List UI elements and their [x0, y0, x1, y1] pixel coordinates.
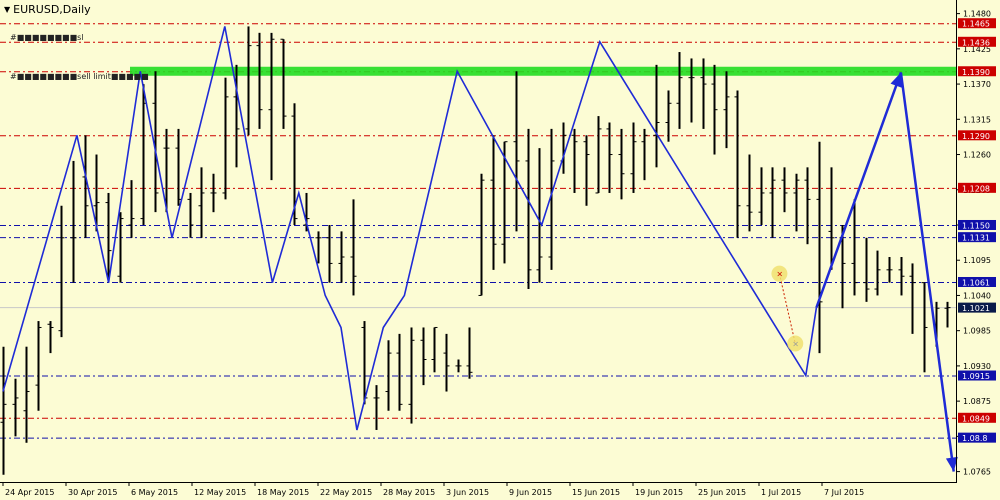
chart-window[interactable]: ×× 1.14801.14251.13701.13151.12601.12051…	[0, 0, 1000, 500]
symbol-timeframe-label: EURUSD,Daily	[13, 3, 91, 16]
price-tick-label: 1.1480	[963, 10, 991, 19]
time-tick-label: 18 May 2015	[257, 488, 309, 497]
price-tick-label: 1.1260	[963, 151, 991, 160]
chart-title: ▼ EURUSD,Daily	[4, 3, 91, 16]
time-tick-label: 3 Jun 2015	[446, 488, 489, 497]
time-tick-label: 25 Jun 2015	[698, 488, 746, 497]
level-label-1.0915: 1.0915	[962, 372, 990, 381]
trade-mark-icon: ×	[776, 270, 783, 279]
price-tick-label: 1.1095	[963, 256, 991, 265]
level-label-1.1131: 1.1131	[962, 234, 990, 243]
triangle-down-icon[interactable]: ▼	[4, 5, 10, 14]
price-chart[interactable]: ×× 1.14801.14251.13701.13151.12601.12051…	[0, 0, 1000, 500]
price-tick-label: 1.1040	[963, 291, 991, 300]
level-label-1.1208: 1.1208	[962, 184, 990, 193]
time-tick-label: 15 Jun 2015	[572, 488, 620, 497]
level-label-1.1021: 1.1021	[962, 304, 990, 313]
level-label-1.1465: 1.1465	[962, 20, 990, 29]
price-tick-label: 1.0765	[963, 468, 991, 477]
time-tick-label: 6 May 2015	[131, 488, 178, 497]
time-tick-label: 19 Jun 2015	[635, 488, 683, 497]
price-tick-label: 1.0875	[963, 397, 991, 406]
sell-limit-zone[interactable]	[130, 66, 956, 76]
time-tick-label: 12 May 2015	[194, 488, 246, 497]
level-label-1.1290: 1.1290	[962, 132, 990, 141]
time-tick-label: 28 May 2015	[383, 488, 435, 497]
level-label-1.0849: 1.0849	[962, 414, 990, 423]
level-label-1.1436: 1.1436	[962, 38, 990, 47]
order-label-sell-limit: #■■■■■■■■sell limit■■■■■	[10, 72, 149, 81]
level-label-1.1061: 1.1061	[962, 278, 990, 287]
time-tick-label: 30 Apr 2015	[68, 488, 117, 497]
price-tick-label: 1.1370	[963, 80, 991, 89]
time-tick-label: 24 Apr 2015	[5, 488, 54, 497]
level-label-1.1390: 1.1390	[962, 68, 990, 77]
level-label-1.08.8: 1.08.8	[962, 434, 987, 443]
price-tick-label: 1.0985	[963, 327, 991, 336]
time-tick-label: 1 Jul 2015	[761, 488, 801, 497]
time-tick-label: 7 Jul 2015	[824, 488, 864, 497]
level-label-1.1150: 1.1150	[962, 221, 990, 230]
order-label-sl: #■■■■■■■■sl	[10, 33, 84, 42]
price-tick-label: 1.0930	[963, 362, 991, 371]
time-tick-label: 22 May 2015	[320, 488, 372, 497]
price-tick-label: 1.1315	[963, 115, 991, 124]
trade-mark-icon: ×	[792, 339, 799, 348]
time-tick-label: 9 Jun 2015	[509, 488, 552, 497]
